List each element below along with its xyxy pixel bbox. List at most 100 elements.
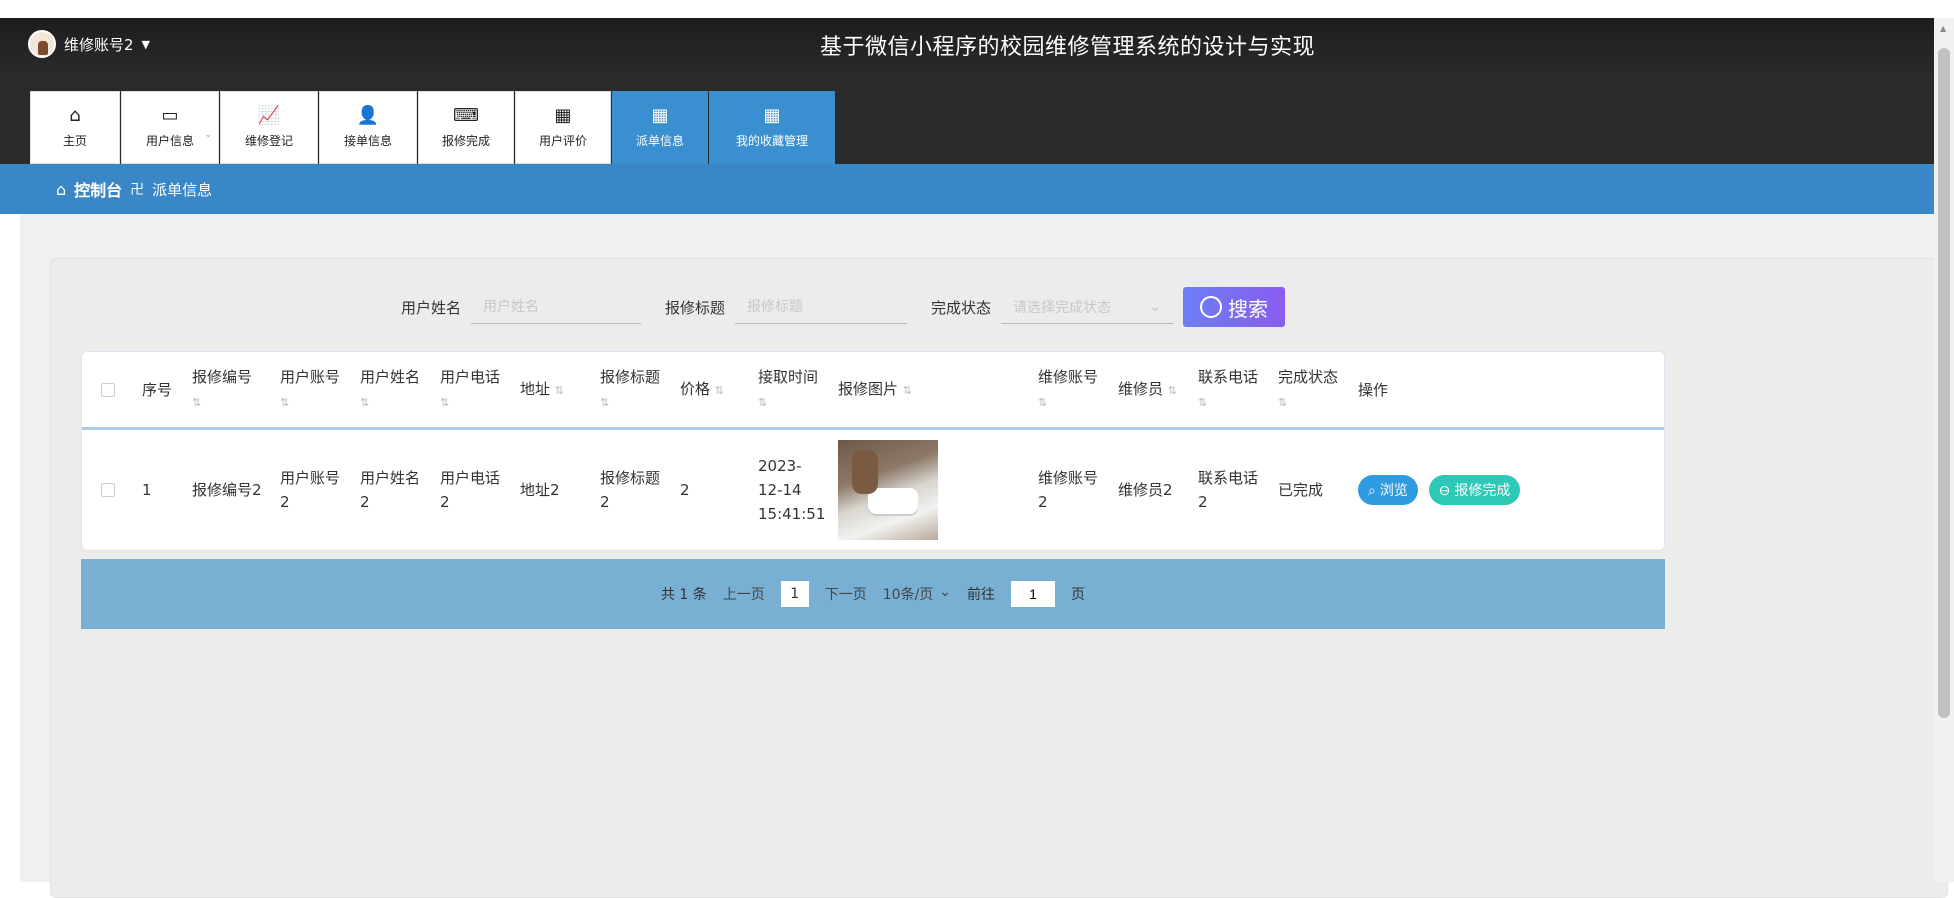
sort-icon[interactable]: ⇅ <box>903 384 912 397</box>
search-icon: ⌕ <box>1368 481 1376 498</box>
select-all-checkbox[interactable] <box>101 382 115 397</box>
sort-icon[interactable]: ⇅ <box>1168 384 1177 397</box>
pagination: 共 1 条 上一页 1 下一页 10条/页 ⌄ 前往 页 <box>81 559 1665 629</box>
card-icon: ▭ <box>161 105 179 126</box>
avatar <box>28 30 56 58</box>
sort-icon[interactable]: ⇅ <box>440 396 449 409</box>
user-name: 维修账号2 <box>64 35 134 54</box>
cell-user-name: 用户姓名2 <box>360 469 421 511</box>
scroll-up-icon[interactable]: ▲ <box>1940 24 1946 33</box>
vertical-scrollbar[interactable]: ▲ <box>1934 18 1954 882</box>
sort-icon[interactable]: ⇅ <box>758 396 767 409</box>
app-header: 维修账号2 ▼ 基于微信小程序的校园维修管理系统的设计与实现 <box>0 18 1934 74</box>
repair-image[interactable] <box>838 440 938 540</box>
col-header[interactable]: 用户姓名 ⇅ <box>352 365 432 415</box>
page-size-select[interactable]: 10条/页 ⌄ <box>883 584 951 604</box>
goto-page-input[interactable] <box>1011 581 1056 607</box>
col-header[interactable]: 联系电话 ⇅ <box>1190 365 1270 415</box>
view-button[interactable]: ⌕ 浏览 <box>1358 475 1418 505</box>
cell-account: 用户账号2 <box>280 469 341 511</box>
col-header[interactable]: 用户账号 ⇅ <box>272 365 352 415</box>
search-button-label: 搜索 <box>1228 298 1269 321</box>
minus-circle-icon: ⊖ <box>1438 481 1451 498</box>
tab-repair-register[interactable]: 📈 维修登记 <box>220 91 318 164</box>
view-button-label: 浏览 <box>1379 482 1408 498</box>
col-header[interactable]: 用户电话 ⇅ <box>432 365 512 415</box>
col-header[interactable]: 地址 ⇅ <box>512 377 592 403</box>
tab-home[interactable]: ⌂ 主页 <box>30 91 120 164</box>
cell-price: 2 <box>680 481 690 499</box>
sort-icon[interactable]: ⇅ <box>600 396 609 409</box>
breadcrumb: ⌂ 控制台 卍 派单信息 <box>0 164 1934 214</box>
cell-time: 2023-12-14 15:41:51 <box>758 457 826 523</box>
sort-icon[interactable]: ⇅ <box>715 384 724 397</box>
search-button[interactable]: 搜索 <box>1183 287 1286 327</box>
name-input[interactable] <box>471 290 642 324</box>
pager-total: 共 1 条 <box>660 587 707 603</box>
tab-repair-complete[interactable]: ⌨ 报修完成 <box>418 91 514 164</box>
tab-dispatch-info[interactable]: ▦ 派单信息 <box>612 91 708 164</box>
col-header[interactable]: 报修标题 ⇅ <box>592 365 672 415</box>
complete-button-label: 报修完成 <box>1454 482 1511 498</box>
search-icon <box>1200 296 1223 318</box>
next-page-button[interactable]: 下一页 <box>825 584 867 604</box>
col-header[interactable]: 维修账号 ⇅ <box>1030 365 1110 415</box>
title-input[interactable] <box>735 290 908 324</box>
col-header[interactable]: 报修编号 ⇅ <box>184 365 272 415</box>
goto-label: 前往 <box>967 587 996 603</box>
nav-tabs-bar: ⌂ 主页 ▭ 用户信息 ⌄ 📈 维修登记 👤 接单信息 ⌨ 报修完成 ▦ 用户评… <box>0 74 1934 238</box>
tab-user-info[interactable]: ▭ 用户信息 ⌄ <box>121 91 219 164</box>
cell-repair-account: 维修账号2 <box>1038 469 1099 511</box>
keyboard-icon: ⌨ <box>453 105 479 126</box>
row-checkbox[interactable] <box>101 483 115 497</box>
tab-label: 派单信息 <box>635 134 684 148</box>
cell-phone: 用户电话2 <box>440 469 501 511</box>
col-header[interactable]: 维修员 ⇅ <box>1110 377 1190 403</box>
tab-label: 报修完成 <box>441 134 490 148</box>
tab-label: 维修登记 <box>244 134 293 148</box>
chevron-down-icon: ⌄ <box>939 584 952 600</box>
cell-status: 已完成 <box>1278 481 1324 499</box>
tab-user-review[interactable]: ▦ 用户评价 <box>515 91 611 164</box>
goto-suffix: 页 <box>1071 587 1086 603</box>
col-header: 操作 <box>1358 380 1389 399</box>
grid-icon: ▦ <box>651 105 669 126</box>
home-icon: ⌂ <box>56 179 67 199</box>
prev-page-button[interactable]: 上一页 <box>723 584 765 604</box>
data-table: 序号 报修编号 ⇅ 用户账号 ⇅ 用户姓名 ⇅ 用户电话 ⇅ 地址 ⇅ 报修标题… <box>81 351 1665 551</box>
breadcrumb-home[interactable]: 控制台 <box>74 177 122 201</box>
col-header[interactable]: 报修图片 ⇅ <box>830 377 1030 403</box>
title-label: 报修标题 <box>665 298 726 317</box>
table-row: 1 报修编号2 用户账号2 用户姓名2 用户电话2 地址2 报修标题2 2 20… <box>82 430 1664 550</box>
tab-label: 用户评价 <box>538 134 587 148</box>
cell-index: 1 <box>142 481 152 499</box>
sort-icon[interactable]: ⇅ <box>192 396 201 409</box>
sort-icon[interactable]: ⇅ <box>1038 396 1047 409</box>
search-form: 用户姓名 报修标题 完成状态 请选择完成状态 ⌄ 搜索 <box>401 287 1286 327</box>
grid-icon: ▦ <box>554 105 572 126</box>
col-header[interactable]: 完成状态 ⇅ <box>1270 365 1350 415</box>
breadcrumb-current: 派单信息 <box>152 180 213 199</box>
status-select[interactable]: 请选择完成状态 ⌄ <box>1001 290 1174 324</box>
tab-label: 用户信息 <box>145 134 194 148</box>
sort-icon[interactable]: ⇅ <box>555 384 564 397</box>
cell-repair-no: 报修编号2 <box>192 481 262 499</box>
sort-icon[interactable]: ⇅ <box>1278 396 1287 409</box>
complete-repair-button[interactable]: ⊖ 报修完成 <box>1428 475 1521 505</box>
sort-icon[interactable]: ⇅ <box>360 396 369 409</box>
scroll-thumb[interactable] <box>1938 48 1950 718</box>
home-icon: ⌂ <box>69 105 81 126</box>
cell-contact: 联系电话2 <box>1198 469 1259 511</box>
page-number[interactable]: 1 <box>780 581 809 607</box>
user-icon: 👤 <box>356 105 380 126</box>
cell-title: 报修标题2 <box>600 469 661 511</box>
col-header[interactable]: 接取时间 ⇅ <box>750 365 830 415</box>
user-menu[interactable]: 维修账号2 ▼ <box>28 30 150 58</box>
sort-icon[interactable]: ⇅ <box>1198 396 1207 409</box>
main-content: 用户姓名 报修标题 完成状态 请选择完成状态 ⌄ 搜索 序号 报修编号 ⇅ 用户… <box>20 214 1948 898</box>
col-header[interactable]: 价格 ⇅ <box>672 377 750 403</box>
sort-icon[interactable]: ⇅ <box>280 396 289 409</box>
tab-my-favorites[interactable]: ▦ 我的收藏管理 <box>709 91 835 164</box>
tab-order-info[interactable]: 👤 接单信息 <box>319 91 417 164</box>
chart-icon: 📈 <box>257 105 281 126</box>
